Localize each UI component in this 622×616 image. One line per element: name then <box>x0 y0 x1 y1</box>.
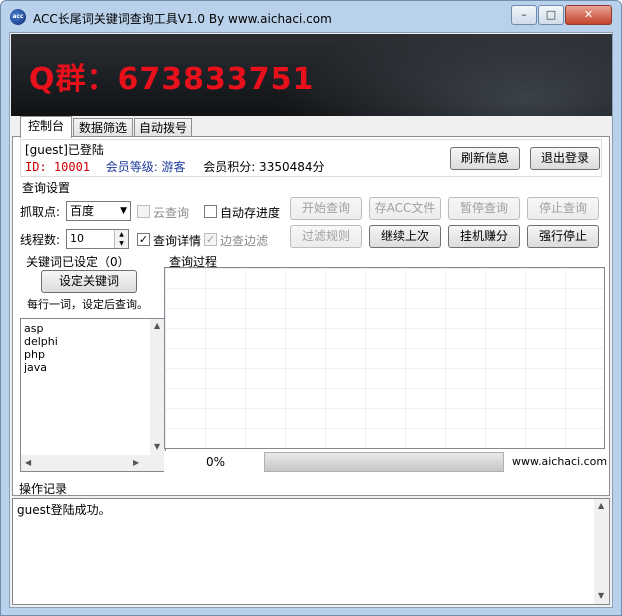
user-info-box: [guest]已登陆 ID: 10001 会员等级: 游客 会员积分: 3350… <box>20 139 602 177</box>
progress-percent: 0% <box>206 455 226 469</box>
chevron-down-icon: ▼ <box>120 206 127 216</box>
grab-point-select[interactable]: 百度 ▼ <box>66 201 131 221</box>
member-level: 会员等级: 游客 <box>105 160 186 174</box>
list-item[interactable]: delphi <box>24 335 58 348</box>
threads-stepper[interactable]: 10 ▲ ▼ <box>66 229 129 249</box>
query-process-area <box>164 267 605 449</box>
member-points: 会员积分: 3350484分 <box>203 160 325 174</box>
close-button[interactable]: ✕ <box>565 5 612 25</box>
app-icon: acc <box>10 9 26 25</box>
set-keywords-button[interactable]: 设定关键词 <box>41 270 137 293</box>
list-item[interactable]: java <box>24 361 47 374</box>
cloud-query-label: 云查询 <box>153 206 190 220</box>
threads-label: 线程数: <box>20 233 61 247</box>
query-settings-title: 查询设置 <box>20 179 73 196</box>
login-status: [guest]已登陆 <box>25 143 104 157</box>
scroll-up-icon[interactable]: ▲ <box>598 501 604 510</box>
scroll-down-icon[interactable]: ▼ <box>598 591 604 600</box>
query-detail-checkbox[interactable]: ✓ <box>137 233 150 246</box>
spin-arrows-icon[interactable]: ▲ ▼ <box>114 230 128 248</box>
log-title: 操作记录 <box>19 482 68 496</box>
query-status-bar: 0% www.aichaci.com <box>164 451 607 473</box>
continue-last-button[interactable]: 继续上次 <box>369 225 441 248</box>
idle-earn-points-button[interactable]: 挂机赚分 <box>448 225 520 248</box>
scroll-down-icon[interactable]: ▼ <box>154 442 160 451</box>
logout-button[interactable]: 退出登录 <box>530 147 600 170</box>
keyword-list-horizontal-scrollbar[interactable]: ◀ ▶ <box>21 455 165 471</box>
keyword-list[interactable]: asp delphi php java ▲ ▼ ◀ ▶ <box>20 318 166 472</box>
cloud-query-checkbox[interactable] <box>137 205 150 218</box>
progress-bar <box>264 452 504 472</box>
keywords-hint: 每行一词，设定后查询。 <box>27 298 148 311</box>
window-title: ACC长尾词关键词查询工具V1.0 By www.aichaci.com <box>33 12 332 26</box>
tab-data-filter[interactable]: 数据筛选 <box>73 118 133 138</box>
main-window: acc ACC长尾词关键词查询工具V1.0 By www.aichaci.com… <box>0 0 622 616</box>
banner-text: Q群：673833751 <box>29 62 315 97</box>
tab-auto-dial[interactable]: 自动拨号 <box>134 118 192 138</box>
scroll-left-icon[interactable]: ◀ <box>25 458 31 467</box>
list-item[interactable]: php <box>24 348 45 361</box>
auto-save-label: 自动存进度 <box>220 206 281 220</box>
filter-rules-button[interactable]: 过滤规则 <box>290 225 362 248</box>
keyword-list-vertical-scrollbar[interactable]: ▲ ▼ <box>150 319 165 456</box>
title-bar[interactable]: acc ACC长尾词关键词查询工具V1.0 By www.aichaci.com… <box>1 1 621 33</box>
start-query-button[interactable]: 开始查询 <box>290 197 362 220</box>
log-vertical-scrollbar[interactable]: ▲ ▼ <box>594 499 609 604</box>
filter-while-querying-checkbox[interactable]: ✓ <box>204 233 217 246</box>
operation-log[interactable]: guest登陆成功。 ▲ ▼ <box>12 498 610 605</box>
client-area: Q群：673833751 控制台 数据筛选 自动拨号 [guest]已登陆 ID… <box>9 32 613 608</box>
query-detail-label: 查询详情 <box>153 234 202 248</box>
list-item[interactable]: asp <box>24 322 43 335</box>
maximize-button[interactable]: □ <box>538 5 564 25</box>
force-stop-button[interactable]: 强行停止 <box>527 225 599 248</box>
banner: Q群：673833751 <box>11 34 612 116</box>
refresh-info-button[interactable]: 刷新信息 <box>450 147 520 170</box>
user-details: ID: 10001 会员等级: 游客 会员积分: 3350484分 <box>25 158 325 175</box>
pause-query-button[interactable]: 暂停查询 <box>448 197 520 220</box>
tab-console[interactable]: 控制台 <box>20 116 72 138</box>
grab-point-label: 抓取点: <box>20 205 61 219</box>
log-line: guest登陆成功。 <box>17 503 111 517</box>
auto-save-checkbox[interactable] <box>204 205 217 218</box>
save-acc-file-button[interactable]: 存ACC文件 <box>369 197 441 220</box>
minimize-button[interactable]: – <box>511 5 537 25</box>
filter-while-querying-label: 边查边滤 <box>220 234 269 248</box>
scroll-up-icon[interactable]: ▲ <box>154 321 160 330</box>
site-url[interactable]: www.aichaci.com <box>512 455 607 468</box>
scroll-right-icon[interactable]: ▶ <box>133 458 139 467</box>
keywords-group-title: 关键词已设定（0） <box>24 253 132 270</box>
stop-query-button[interactable]: 停止查询 <box>527 197 599 220</box>
threads-value: 10 <box>70 232 84 245</box>
user-id: ID: 10001 <box>25 160 91 174</box>
grab-point-value: 百度 <box>70 204 95 218</box>
